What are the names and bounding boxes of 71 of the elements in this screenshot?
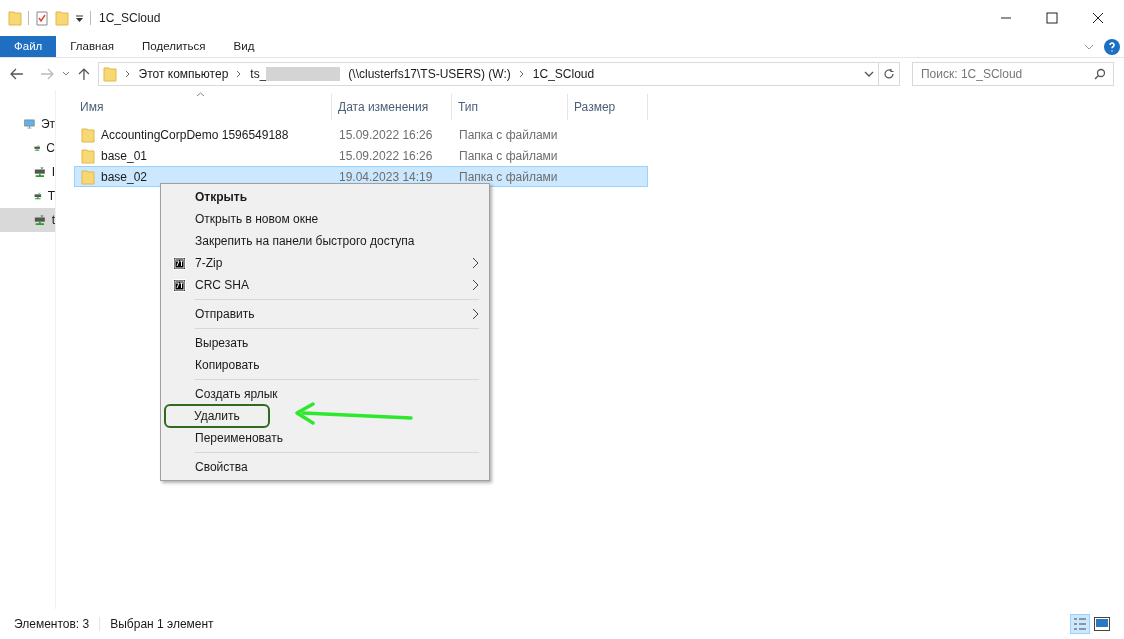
file-name: base_01 xyxy=(101,147,148,165)
menu-item[interactable]: Закрепить на панели быстрого доступа xyxy=(163,230,487,252)
maximize-icon[interactable] xyxy=(1046,12,1058,24)
sidebar-item[interactable]: Т xyxy=(0,184,55,208)
table-cell-text: 15.09.2022 16:26 xyxy=(338,147,434,165)
menu-item[interactable]: Удалить xyxy=(163,405,487,427)
file-row[interactable]: AccountingCorpDemo 1596549188 15.09.2022 16:26 Папка с файлами xyxy=(74,124,648,145)
up-icon[interactable] xyxy=(77,67,90,81)
table-cell-text: 19.04.2023 14:19 xyxy=(338,168,434,186)
column-header[interactable]: Размер xyxy=(568,94,648,120)
menu-item[interactable]: Вырезать xyxy=(163,332,487,354)
ribbon-tab[interactable]: Файл xyxy=(0,36,57,57)
help-icon[interactable] xyxy=(1104,38,1120,55)
sidebar-item[interactable]: t xyxy=(0,208,55,232)
archive-icon xyxy=(172,256,186,270)
table-cell-text: Папка с файлами xyxy=(458,126,559,144)
menu-item[interactable]: Копировать xyxy=(163,354,487,376)
table-cell-text: Папка с файлами xyxy=(458,168,559,186)
computer-icon xyxy=(24,117,35,131)
chevron-icon[interactable] xyxy=(124,70,131,78)
folder-icon xyxy=(81,168,95,185)
chevron-icon[interactable] xyxy=(518,70,525,78)
sidebar-item[interactable]: С xyxy=(0,136,55,160)
column-header[interactable]: Дата изменения xyxy=(332,94,452,120)
breadcrumb[interactable]: Этот компьютер xyxy=(138,65,229,83)
menu-item[interactable]: Открыть xyxy=(163,186,487,208)
menu-item[interactable]: Открыть в новом окне xyxy=(163,208,487,230)
back-icon[interactable] xyxy=(10,68,24,80)
recent-dropdown-icon[interactable] xyxy=(61,71,70,77)
file-name: AccountingCorpDemo 1596549188 xyxy=(101,126,289,144)
folder-icon xyxy=(81,126,95,143)
sidebar-item[interactable]: Эт xyxy=(0,112,55,136)
address-bar[interactable]: Этот компьютер ts_ (\\clusterfs17\TS-USERS) (W:) 1C_SCloud xyxy=(97,62,879,86)
menu-item[interactable]: Создать ярлык xyxy=(163,383,487,405)
close-icon[interactable] xyxy=(1092,12,1104,24)
column-header[interactable]: Тип xyxy=(452,94,568,120)
folder-icon xyxy=(102,66,117,82)
menu-item[interactable]: 7-Zip xyxy=(163,252,487,274)
search-field[interactable]: Поиск: 1C_SCloud xyxy=(912,62,1114,86)
chevron-icon[interactable] xyxy=(236,70,243,78)
ribbon-tab[interactable]: Поделиться xyxy=(128,36,220,57)
properties-icon[interactable] xyxy=(35,10,49,26)
breadcrumb[interactable]: (\\clusterfs17\TS-USERS) (W:) xyxy=(348,65,511,83)
expand-ribbon-icon[interactable] xyxy=(1084,43,1094,50)
search-icon[interactable] xyxy=(1094,68,1106,80)
menu-item[interactable]: Отправить xyxy=(163,303,487,325)
ribbon-tab[interactable]: Главная xyxy=(56,36,129,57)
breadcrumb[interactable]: 1C_SCloud xyxy=(532,65,595,83)
refresh-icon[interactable] xyxy=(883,68,895,80)
network-drive-icon xyxy=(34,165,46,179)
window-title: 1C_SCloud xyxy=(99,10,161,27)
menu-item[interactable]: Свойства xyxy=(163,456,487,478)
menu-item[interactable]: CRC SHA xyxy=(163,274,487,296)
sort-icon[interactable] xyxy=(196,92,205,97)
table-cell-text: Папка с файлами xyxy=(458,147,559,165)
menu-item[interactable]: Переименовать xyxy=(163,427,487,449)
dropdown-icon[interactable] xyxy=(75,13,84,23)
selection-status: Выбран 1 элемент xyxy=(110,616,214,633)
breadcrumb[interactable]: ts_ xyxy=(250,65,267,83)
file-row[interactable]: base_01 15.09.2022 16:26 Папка с файлами xyxy=(74,145,648,166)
column-header[interactable]: Имя xyxy=(74,94,332,120)
file-name: base_02 xyxy=(101,168,148,186)
ribbon-tab[interactable]: Вид xyxy=(219,36,269,57)
dropdown-icon[interactable] xyxy=(864,70,874,78)
folder-icon xyxy=(81,147,95,164)
table-cell-text: 15.09.2022 16:26 xyxy=(338,126,434,144)
archive-icon xyxy=(172,278,186,292)
sidebar-item[interactable]: I xyxy=(0,160,55,184)
network-drive-icon xyxy=(34,213,46,227)
item-count: Элементов: 3 xyxy=(14,616,90,633)
large-icons-view-icon[interactable] xyxy=(1094,617,1110,631)
